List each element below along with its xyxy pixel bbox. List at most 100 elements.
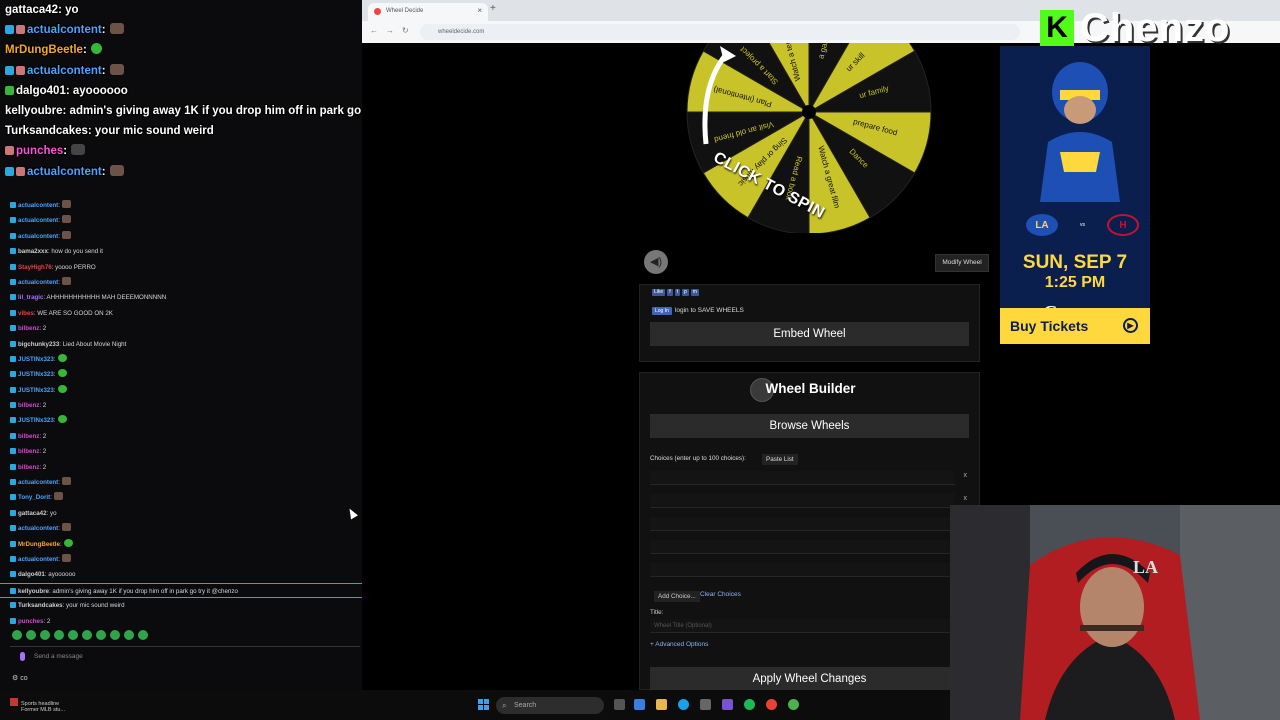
chat-username[interactable]: actualcontent bbox=[27, 65, 102, 77]
emote-icon[interactable] bbox=[26, 630, 36, 640]
choice-input[interactable]: x bbox=[650, 471, 967, 485]
close-tab-icon[interactable]: × bbox=[477, 3, 482, 19]
chat-message-text: : ayoooooo bbox=[65, 84, 128, 97]
chat-username[interactable]: actualcontent bbox=[18, 556, 58, 563]
chrome-icon[interactable] bbox=[788, 699, 799, 710]
chat-username[interactable]: StayHigh76 bbox=[18, 264, 52, 271]
emote-icon[interactable] bbox=[54, 630, 64, 640]
chat-username[interactable]: Tony_Dorit bbox=[18, 494, 50, 501]
url-field[interactable]: wheeldecide.com bbox=[420, 24, 1020, 40]
chat-username[interactable]: actualcontent bbox=[27, 24, 102, 36]
chat-username[interactable]: bilbenz bbox=[18, 464, 39, 471]
chat-username[interactable]: lil_tragic bbox=[18, 294, 43, 301]
chat-username[interactable]: bama2xxx bbox=[18, 248, 48, 255]
file-explorer-icon[interactable] bbox=[656, 699, 667, 710]
buy-tickets-button[interactable]: Buy Tickets ▶ bbox=[1000, 308, 1150, 344]
mic-icon[interactable] bbox=[20, 652, 25, 661]
add-choice-button[interactable]: Add Choice... bbox=[654, 591, 700, 602]
chat-username[interactable]: JUSTINx323 bbox=[18, 371, 54, 378]
spotify-icon[interactable] bbox=[744, 699, 755, 710]
chat-username[interactable]: actualcontent bbox=[18, 202, 58, 209]
store-icon[interactable] bbox=[700, 699, 711, 710]
chat-username[interactable]: kellyoubre bbox=[18, 588, 49, 595]
chat-username[interactable]: JUSTINx323 bbox=[18, 417, 54, 424]
social-share-button[interactable]: t bbox=[674, 289, 680, 296]
chat-username[interactable]: bilbenz bbox=[18, 433, 39, 440]
chat-username[interactable]: Turksandcakes bbox=[18, 602, 63, 609]
chat-message-text: : admin's giving away 1K if you drop him… bbox=[48, 587, 238, 595]
chat-username[interactable]: bilbenz bbox=[18, 448, 39, 455]
emote-icon[interactable] bbox=[96, 630, 106, 640]
remove-choice-icon[interactable]: x bbox=[964, 472, 968, 479]
forward-icon[interactable]: → bbox=[386, 26, 394, 35]
emote-icon[interactable] bbox=[124, 630, 134, 640]
login-button[interactable]: Log In bbox=[652, 307, 672, 315]
chat-username[interactable]: actualcontent bbox=[18, 525, 58, 532]
edge-icon[interactable] bbox=[678, 699, 689, 710]
chat-username[interactable]: JUSTINx323 bbox=[18, 387, 54, 394]
chat-input[interactable]: Send a message bbox=[10, 646, 360, 666]
advertisement[interactable]: LA vs H SUN, SEP 7 1:25 PM Corona bbox=[1000, 46, 1150, 344]
chat-username[interactable]: actualcontent bbox=[18, 217, 58, 224]
chat-username[interactable]: actualcontent bbox=[18, 233, 58, 240]
browser-tab[interactable]: Wheel Decide × bbox=[368, 3, 488, 21]
chat-username[interactable]: punches bbox=[18, 618, 43, 625]
chat-username[interactable]: dalgo401 bbox=[18, 571, 45, 578]
emote-icon[interactable] bbox=[138, 630, 148, 640]
emote-icon[interactable] bbox=[82, 630, 92, 640]
social-share-button[interactable]: f bbox=[667, 289, 673, 296]
embed-wheel-button[interactable]: Embed Wheel bbox=[650, 322, 969, 346]
chat-username[interactable]: punches bbox=[16, 145, 63, 157]
browse-wheels-button[interactable]: Browse Wheels bbox=[650, 414, 969, 438]
news-widget[interactable]: Sports headline Former MLB stu... bbox=[10, 698, 65, 713]
chat-username[interactable]: vibes bbox=[18, 310, 34, 317]
social-share-button[interactable]: m bbox=[690, 289, 699, 296]
overlay-chat-message: punches: bbox=[0, 141, 362, 161]
task-view-icon[interactable] bbox=[614, 699, 625, 710]
chat-username[interactable]: actualcontent bbox=[18, 279, 58, 286]
widget-icon[interactable] bbox=[634, 699, 645, 710]
sound-icon[interactable]: ◀) bbox=[644, 250, 668, 274]
emote-icon[interactable] bbox=[12, 630, 22, 640]
choice-input[interactable] bbox=[650, 563, 955, 577]
chat-username[interactable]: kellyoubre bbox=[5, 105, 63, 117]
chat-username[interactable]: Turksandcakes bbox=[5, 125, 88, 137]
start-icon[interactable] bbox=[478, 699, 489, 710]
chat-username[interactable]: gattaca42 bbox=[5, 4, 58, 16]
choice-input[interactable]: x bbox=[650, 494, 967, 508]
chat-message-text: : bbox=[58, 525, 60, 533]
overlay-chat-message: gattaca42: yo bbox=[0, 0, 362, 20]
choice-input[interactable] bbox=[650, 540, 955, 554]
emote-icon[interactable] bbox=[68, 630, 78, 640]
apply-wheel-changes-button[interactable]: Apply Wheel Changes bbox=[650, 667, 969, 691]
social-share-button[interactable]: p bbox=[681, 289, 689, 296]
emote-bar[interactable] bbox=[12, 630, 148, 642]
emote-icon[interactable] bbox=[110, 630, 120, 640]
new-tab-icon[interactable]: + bbox=[490, 3, 496, 14]
app-icon[interactable] bbox=[722, 699, 733, 710]
chat-username[interactable]: actualcontent bbox=[18, 479, 58, 486]
chat-username[interactable]: MrDungBeetle bbox=[5, 44, 83, 56]
chat-username[interactable]: MrDungBeetle bbox=[18, 541, 60, 548]
social-share-button[interactable]: Like bbox=[652, 289, 666, 296]
chat-username[interactable]: dalgo401 bbox=[16, 85, 66, 97]
chrome-icon[interactable] bbox=[766, 699, 777, 710]
wheel-title-input[interactable]: Wheel Title (Optional) bbox=[650, 619, 955, 633]
chat-username[interactable]: gattaca42 bbox=[18, 510, 47, 517]
chat-username[interactable]: bilbenz bbox=[18, 325, 39, 332]
taskbar-search[interactable]: ⌕ Search bbox=[496, 697, 604, 714]
emote-icon[interactable] bbox=[40, 630, 50, 640]
modify-wheel-button[interactable]: Modify Wheel bbox=[935, 254, 989, 272]
paste-list-button[interactable]: Paste List bbox=[762, 454, 798, 465]
chat-username[interactable]: bigchunky233 bbox=[18, 341, 59, 348]
chat-username[interactable]: bilbenz bbox=[18, 402, 39, 409]
remove-choice-icon[interactable]: x bbox=[964, 495, 968, 502]
choice-input[interactable] bbox=[650, 517, 955, 531]
back-icon[interactable]: ← bbox=[370, 26, 378, 35]
chat-username[interactable]: JUSTINx323 bbox=[18, 356, 54, 363]
chat-footer[interactable]: ⚙ co bbox=[12, 674, 28, 682]
advanced-options-link[interactable]: + Advanced Options bbox=[650, 641, 708, 648]
clear-choices-link[interactable]: Clear Choices bbox=[700, 591, 741, 598]
chat-username[interactable]: actualcontent bbox=[27, 166, 102, 178]
reload-icon[interactable]: ↻ bbox=[402, 26, 409, 35]
